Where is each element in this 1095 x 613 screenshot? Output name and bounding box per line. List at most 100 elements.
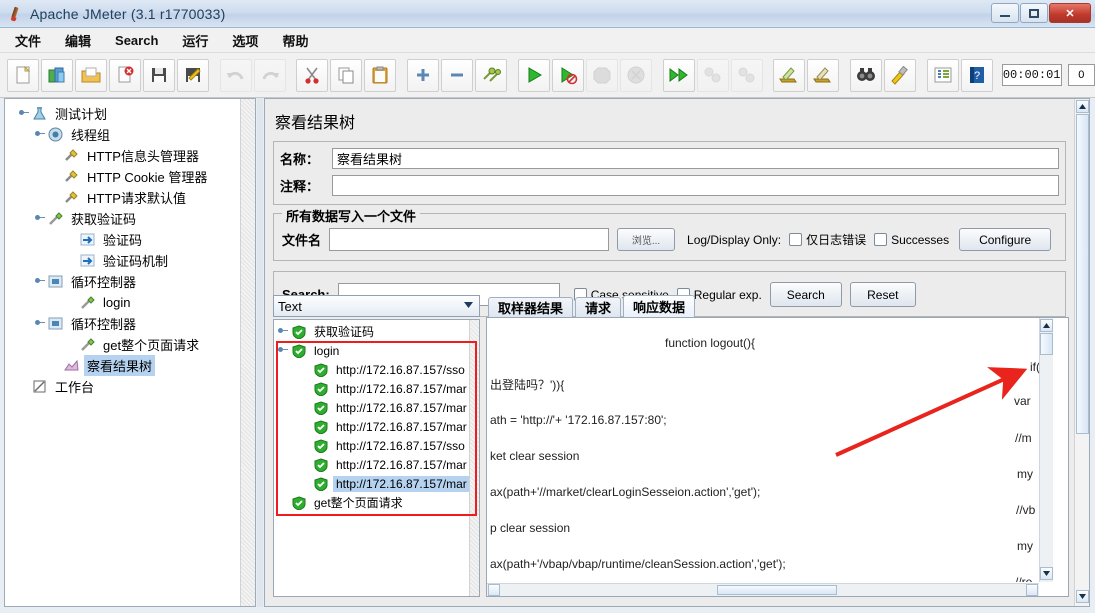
configure-button[interactable]: Configure (959, 228, 1052, 251)
expand-handle-icon[interactable] (35, 129, 46, 140)
expand-handle-icon[interactable] (19, 108, 30, 119)
result-node-get-captcha[interactable]: 获取验证码 (274, 322, 469, 341)
collapse-all-icon[interactable] (441, 58, 474, 92)
menu-help[interactable]: 帮助 (279, 29, 311, 52)
response-text-area[interactable]: function logout(){ if(confirm('您确定退 出登陆吗… (487, 318, 1039, 582)
clear-icon[interactable] (773, 58, 806, 92)
tree-label: 线程组 (71, 128, 111, 143)
maximize-button[interactable] (1020, 3, 1048, 23)
panel-scroll-down-icon[interactable] (1075, 590, 1089, 603)
function-helper-icon[interactable] (926, 58, 959, 92)
results-tree[interactable]: 获取验证码 login http://172.16.87.157/sso htt… (273, 319, 480, 597)
tree-node-get-captcha[interactable]: 获取验证码 (5, 208, 240, 229)
tree-node-thread-group[interactable]: 线程组 (5, 124, 240, 145)
response-data-viewer[interactable]: function logout(){ if(confirm('您确定退 出登陆吗… (486, 317, 1069, 597)
toggle-icon[interactable] (475, 58, 508, 92)
tree-node-loop-controller-1[interactable]: 循环控制器 (5, 271, 240, 292)
tree-label: get整个页面请求 (103, 338, 200, 353)
response-horizontal-scrollbar[interactable] (487, 583, 1039, 596)
clear-all-icon[interactable] (807, 58, 840, 92)
save-as-icon[interactable] (177, 58, 209, 92)
scroll-left-icon[interactable] (488, 584, 500, 596)
expand-handle-icon[interactable] (35, 213, 46, 224)
help-icon[interactable]: ? (960, 58, 993, 92)
tab-request[interactable]: 请求 (575, 297, 622, 317)
tree-node-workbench[interactable]: 工作台 (5, 376, 240, 397)
panel-vertical-scrollbar[interactable] (1074, 99, 1089, 606)
panel-scroll-up-icon[interactable] (1075, 100, 1089, 113)
response-scroll-thumb[interactable] (1040, 333, 1053, 355)
tree-node-http-defaults[interactable]: HTTP请求默认值 (5, 187, 240, 208)
tab-sampler-result[interactable]: 取样器结果 (488, 297, 574, 317)
renderer-dropdown[interactable]: Text (273, 295, 480, 317)
result-node-sub-4[interactable]: http://172.16.87.157/mar (274, 417, 469, 436)
start-remote-all-icon[interactable] (662, 58, 695, 92)
paste-icon[interactable] (364, 58, 397, 92)
window-controls: ✕ (991, 3, 1091, 23)
templates-icon[interactable] (41, 58, 73, 92)
result-node-login[interactable]: login (274, 341, 469, 360)
cut-icon[interactable] (296, 58, 329, 92)
expand-handle-icon[interactable] (35, 276, 46, 287)
results-tree-scrollbar[interactable] (469, 320, 479, 596)
search-reset-icon[interactable] (883, 58, 916, 92)
open-icon[interactable] (75, 58, 107, 92)
chevron-down-icon[interactable] (462, 298, 475, 314)
tree-node-test-plan[interactable]: 测试计划 (5, 103, 240, 124)
scroll-down-icon[interactable] (1040, 567, 1053, 580)
errors-only-box-icon[interactable] (789, 233, 803, 246)
response-hscroll-thumb[interactable] (717, 585, 837, 595)
minimize-button[interactable] (991, 3, 1019, 23)
test-plan-tree[interactable]: 测试计划 线程组 HTTP信息头管理器 HTTP Cookie 管理器 HTTP… (5, 99, 240, 606)
result-node-sub-7[interactable]: http://172.16.87.157/mar (274, 474, 469, 493)
tab-response-data[interactable]: 响应数据 (623, 295, 696, 317)
response-vertical-scrollbar[interactable] (1039, 318, 1053, 582)
search-icon[interactable] (849, 58, 882, 92)
tree-node-view-results-tree[interactable]: 察看结果树 (5, 355, 240, 376)
name-input[interactable]: 察看结果树 (332, 148, 1059, 169)
result-node-get-page-request[interactable]: get整个页面请求 (274, 493, 469, 512)
test-plan-icon (31, 105, 48, 122)
close-file-icon[interactable] (109, 58, 141, 92)
expand-all-icon[interactable] (407, 58, 440, 92)
scroll-right-icon[interactable] (1026, 584, 1038, 596)
tree-node-captcha[interactable]: 验证码 (5, 229, 240, 250)
tree-label: 验证码机制 (103, 254, 169, 269)
expand-handle-icon[interactable] (278, 326, 289, 337)
result-node-sub-3[interactable]: http://172.16.87.157/mar (274, 398, 469, 417)
result-node-sub-5[interactable]: http://172.16.87.157/sso (274, 436, 469, 455)
menu-run[interactable]: 运行 (179, 29, 211, 52)
tree-node-captcha-mechanism[interactable]: 验证码机制 (5, 250, 240, 271)
browse-button[interactable]: 浏览... (617, 228, 676, 251)
save-icon[interactable] (143, 58, 175, 92)
successes-checkbox[interactable]: Successes (874, 233, 949, 247)
expand-handle-icon[interactable] (35, 318, 46, 329)
start-no-timers-icon[interactable] (551, 58, 584, 92)
close-button[interactable]: ✕ (1049, 3, 1091, 23)
result-node-sub-6[interactable]: http://172.16.87.157/mar (274, 455, 469, 474)
copy-icon[interactable] (330, 58, 363, 92)
pane-splitter[interactable] (257, 98, 263, 607)
tree-node-get-page-request[interactable]: get整个页面请求 (5, 334, 240, 355)
new-icon[interactable] (7, 58, 39, 92)
result-node-sub-1[interactable]: http://172.16.87.157/sso (274, 360, 469, 379)
tree-node-header-manager[interactable]: HTTP信息头管理器 (5, 145, 240, 166)
menu-options[interactable]: 选项 (229, 29, 261, 52)
tree-vertical-scrollbar[interactable] (240, 99, 255, 606)
filename-input[interactable] (329, 228, 610, 251)
result-node-sub-2[interactable]: http://172.16.87.157/mar (274, 379, 469, 398)
menu-file[interactable]: 文件 (12, 29, 44, 52)
errors-only-checkbox[interactable]: 仅日志错误 (789, 231, 866, 248)
panel-scroll-thumb[interactable] (1075, 114, 1089, 434)
comment-input[interactable] (332, 175, 1059, 196)
tree-node-cookie-manager[interactable]: HTTP Cookie 管理器 (5, 166, 240, 187)
leaf-handle-icon (278, 497, 289, 508)
tree-node-login[interactable]: login (5, 292, 240, 313)
tree-node-loop-controller-2[interactable]: 循环控制器 (5, 313, 240, 334)
expand-handle-icon[interactable] (278, 345, 289, 356)
successes-box-icon[interactable] (874, 233, 888, 246)
menu-edit[interactable]: 编辑 (62, 29, 94, 52)
menu-search[interactable]: Search (112, 31, 161, 50)
scroll-up-icon[interactable] (1040, 319, 1053, 332)
start-icon[interactable] (517, 58, 550, 92)
